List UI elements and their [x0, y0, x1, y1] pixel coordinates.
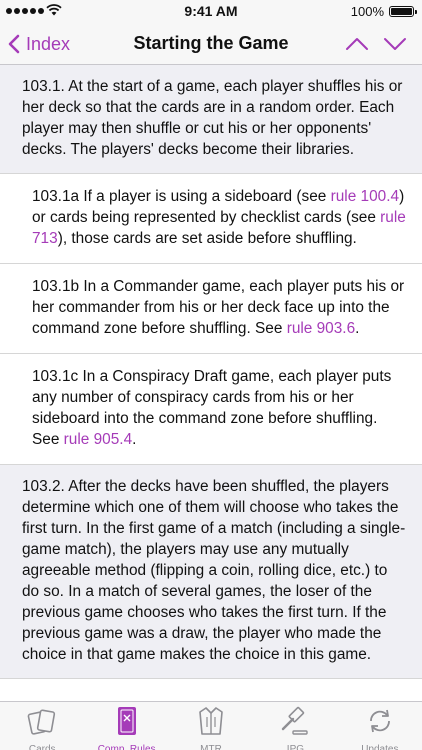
tab-label: Comp. Rules: [97, 744, 156, 750]
refresh-icon: [364, 705, 396, 742]
rule-text-segment: .: [355, 320, 360, 337]
battery-percentage: 100%: [350, 4, 384, 19]
rule-text: 103.1c In a Conspiracy Draft game, each …: [32, 366, 408, 450]
jacket-icon: [195, 705, 227, 742]
rule-reference-link[interactable]: rule 903.6: [287, 320, 355, 337]
tab-bar: Cards Comp. Rules MTR IPG Updates: [0, 701, 422, 750]
next-section-button[interactable]: [382, 34, 408, 54]
tab-cards[interactable]: Cards: [0, 702, 84, 750]
subrule-row[interactable]: 103.1a If a player is using a sideboard …: [0, 174, 422, 264]
gavel-icon: [279, 705, 311, 742]
tab-updates[interactable]: Updates: [338, 702, 422, 750]
rule-text: 103.1a If a player is using a sideboard …: [32, 186, 408, 249]
rule-text-segment: 103.1a If a player is using a sideboard …: [32, 188, 331, 205]
cards-icon: [26, 705, 58, 742]
back-button-label: Index: [26, 33, 71, 54]
tab-label: IPG: [286, 744, 305, 750]
rule-text-segment: ), those cards are set aside before shuf…: [57, 230, 357, 247]
rule-text-segment: 103.1. At the start of a game, each play…: [22, 78, 403, 158]
rule-reference-link[interactable]: rule 905.4: [64, 431, 132, 448]
rules-list[interactable]: 103.1. At the start of a game, each play…: [0, 65, 422, 701]
navigation-bar: Index Starting the Game: [0, 22, 422, 65]
tab-label: Updates: [361, 744, 399, 750]
rulebook-icon: [111, 705, 143, 742]
chevron-left-icon: [8, 34, 20, 54]
rule-reference-link[interactable]: rule 100.4: [331, 188, 399, 205]
rule-text: 103.1. At the start of a game, each play…: [22, 76, 408, 160]
tab-label: MTR: [200, 744, 222, 750]
status-bar: 9:41 AM 100%: [0, 0, 422, 22]
tab-ipg[interactable]: IPG: [253, 702, 337, 750]
battery-icon: [389, 6, 417, 17]
rule-row[interactable]: 103.2. After the decks have been shuffle…: [0, 465, 422, 679]
subrule-row[interactable]: 103.1c In a Conspiracy Draft game, each …: [0, 354, 422, 465]
rule-text-segment: .: [132, 431, 137, 448]
rule-text: 103.2. After the decks have been shuffle…: [22, 476, 408, 665]
rule-text-segment: 103.2. After the decks have been shuffle…: [22, 478, 406, 663]
rule-row[interactable]: 103.1. At the start of a game, each play…: [0, 65, 422, 174]
rule-text: 103.1b In a Commander game, each player …: [32, 276, 408, 339]
tab-comp-rules[interactable]: Comp. Rules: [84, 702, 168, 750]
tab-mtr[interactable]: MTR: [169, 702, 253, 750]
back-button[interactable]: Index: [8, 30, 70, 58]
previous-section-button[interactable]: [344, 34, 370, 54]
tab-label: Cards: [28, 744, 56, 750]
subrule-row[interactable]: 103.1b In a Commander game, each player …: [0, 264, 422, 354]
